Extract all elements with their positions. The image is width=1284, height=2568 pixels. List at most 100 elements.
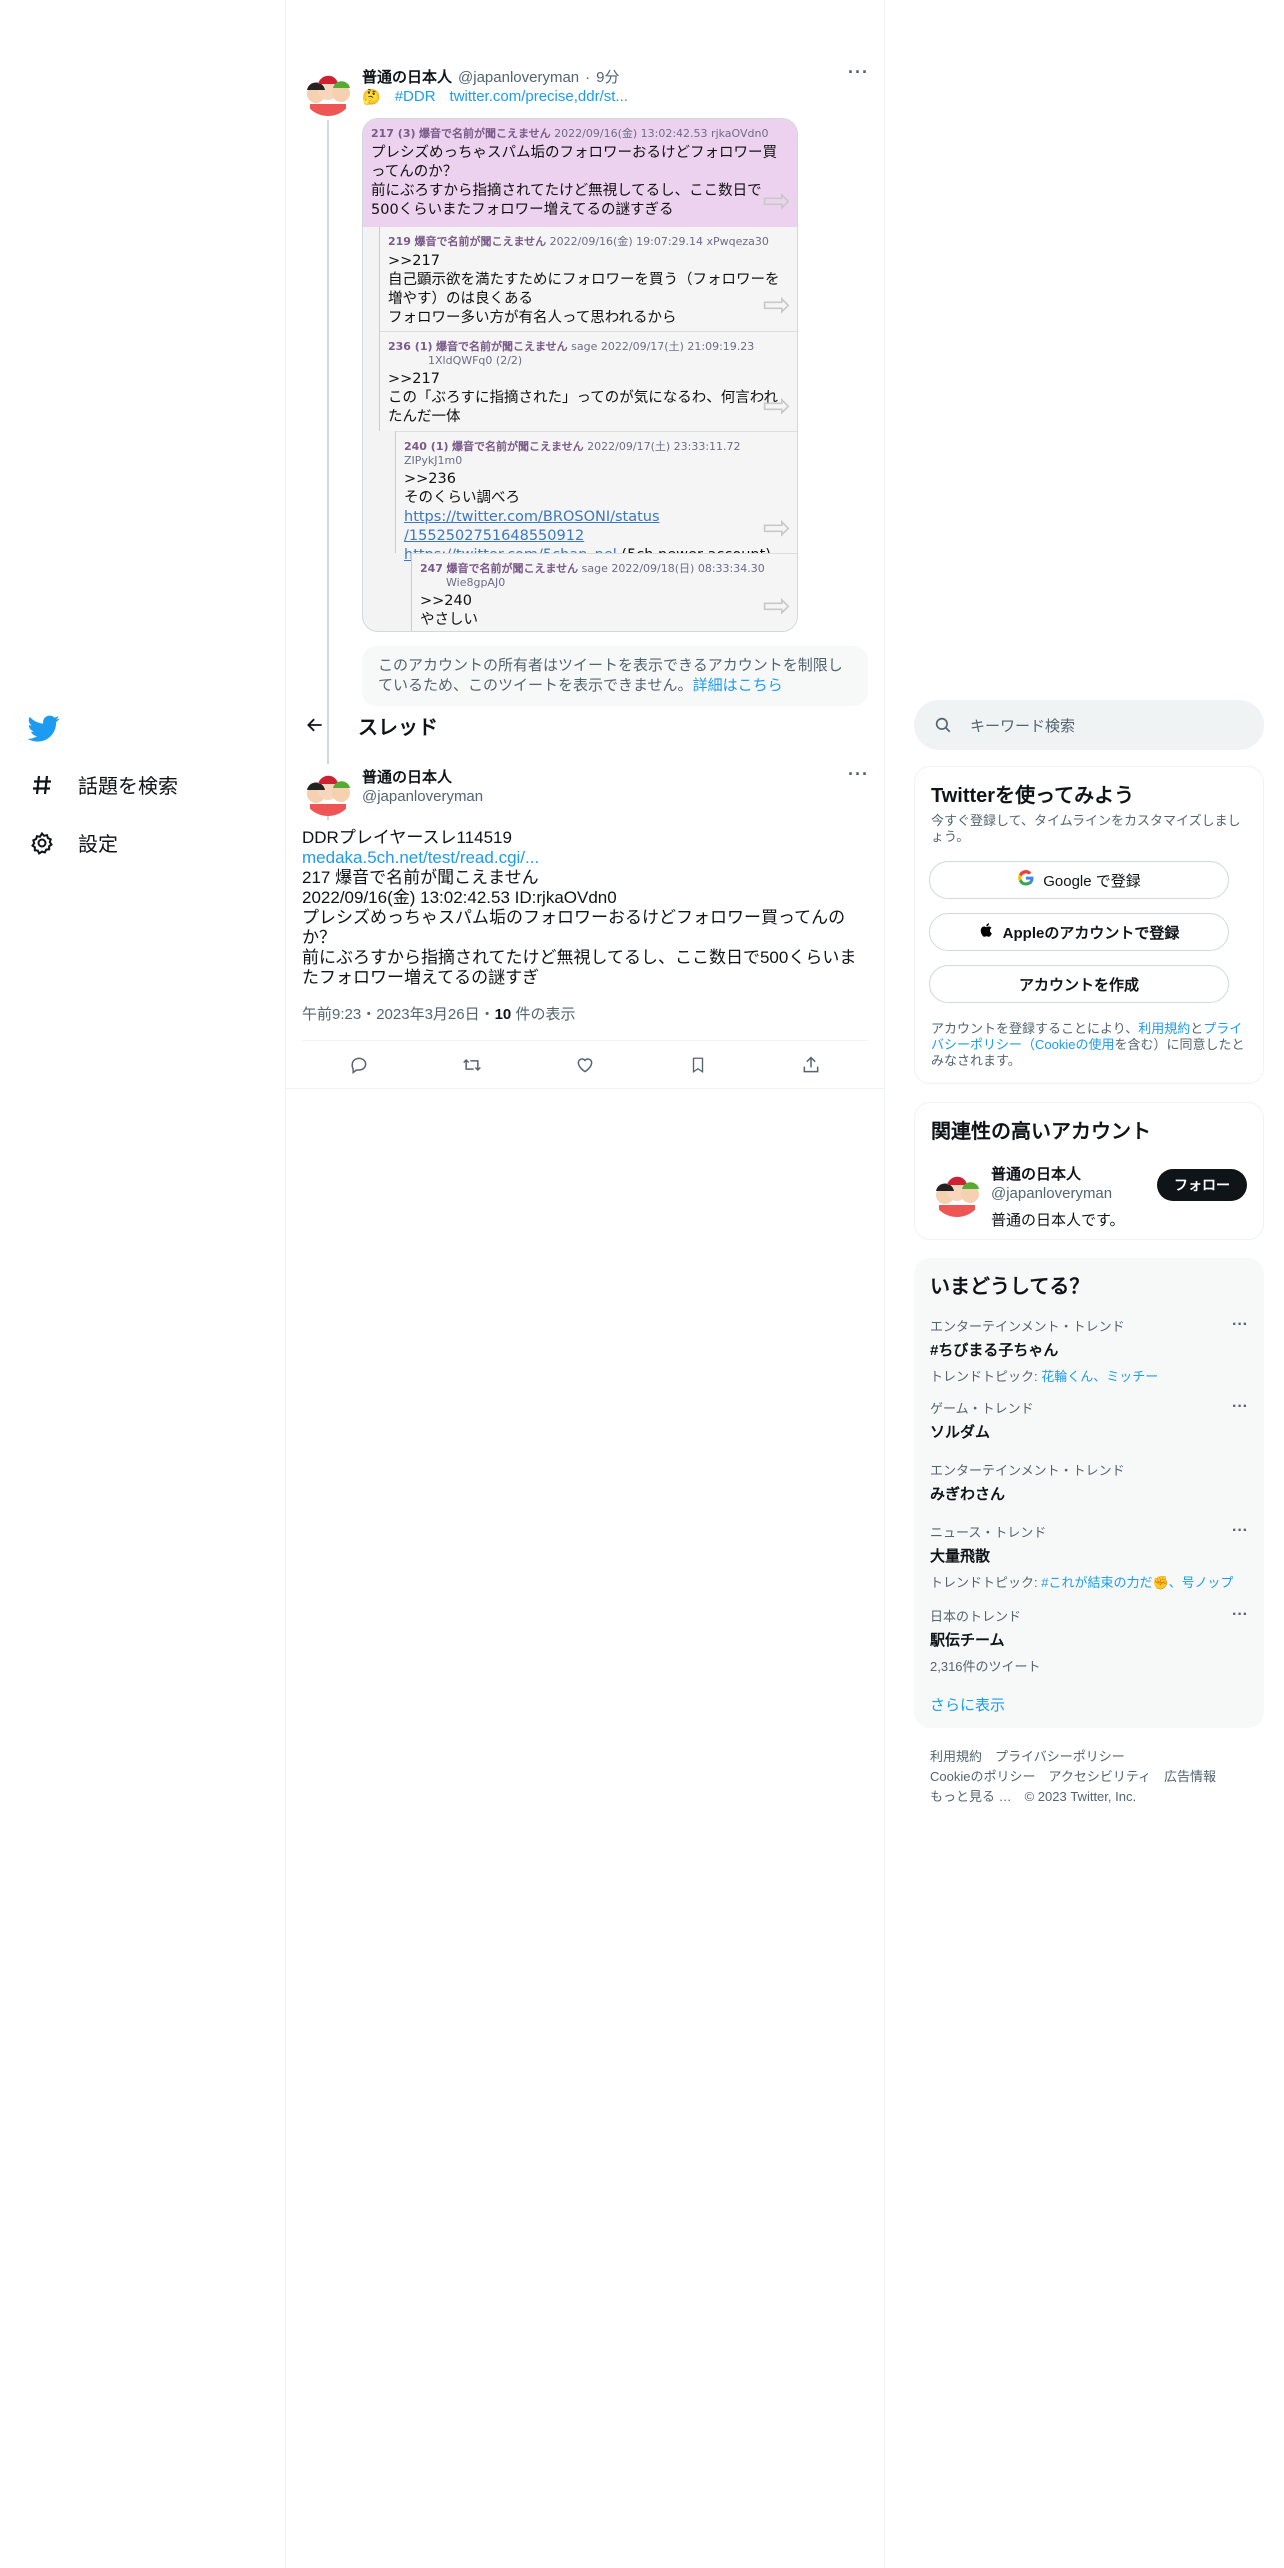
post-line: ってんのか？: [371, 164, 458, 180]
trend-item[interactable]: ニュース・トレンド 大量飛散 トレンドトピック: #これが結束の力だ✊、号ノップ…: [930, 1522, 1248, 1591]
post-meta-id: Wie8gpAJ0: [446, 576, 506, 589]
separator-dot: ·: [585, 69, 591, 86]
trend-context: ニュース・トレンド: [930, 1525, 1047, 1540]
search-input[interactable]: キーワード検索: [970, 715, 1075, 736]
create-account-button[interactable]: アカウントを作成: [929, 965, 1229, 1003]
reply-arrow-icon: ⇨: [762, 586, 792, 626]
related-handle[interactable]: @japanloveryman: [991, 1185, 1112, 1202]
terms-link[interactable]: 利用規約: [1138, 1021, 1190, 1036]
trend-context: 日本のトレンド: [930, 1609, 1022, 1624]
more-options-icon[interactable]: ···: [1232, 1316, 1248, 1334]
post-name: 爆音で名前が聞こえません: [446, 562, 579, 575]
post-link: https://twitter.com/BROSONI/status: [404, 509, 660, 525]
bookmark-icon[interactable]: [678, 1045, 718, 1085]
footer-links-2[interactable]: Cookieのポリシー アクセシビリティ 広告情報: [930, 1766, 1216, 1785]
trend-item[interactable]: ゲーム・トレンド ソルダム ···: [930, 1398, 1248, 1442]
screenshot-post-240: 240 (1) 爆音で名前が聞こえません 2022/09/17(土) 23:33…: [395, 431, 797, 563]
attached-screenshot-image[interactable]: 217 (3) 爆音で名前が聞こえません 2022/09/16(金) 13:02…: [362, 118, 798, 632]
like-icon[interactable]: [565, 1045, 605, 1085]
search-icon: [934, 716, 952, 734]
page-title: スレッド: [358, 717, 438, 739]
signup-terms: アカウントを登録することにより、利用規約とプライバシーポリシー（Cookieの使…: [931, 1021, 1249, 1069]
author-handle[interactable]: @japanloveryman: [458, 69, 579, 86]
trend-tweet-count: 2,316件のツイート: [930, 1659, 1041, 1674]
apple-signup-button[interactable]: Appleのアカウントで登録: [929, 913, 1229, 951]
fist-emoji: ✊: [1152, 1575, 1169, 1590]
view-count: 10: [494, 1006, 512, 1023]
more-options-icon[interactable]: ···: [848, 764, 869, 785]
retweet-icon[interactable]: [452, 1045, 492, 1085]
quoted-tweet-text: 🤔 #DDR twitter.com/precise,ddr/st...: [362, 88, 628, 106]
footer-links-3[interactable]: もっと見る … © 2023 Twitter, Inc.: [930, 1786, 1136, 1805]
nav-settings[interactable]: 設定: [28, 828, 118, 857]
avatar[interactable]: [302, 64, 354, 116]
reply-arrow-icon: ⇨: [762, 386, 792, 426]
post-line: やさしい: [420, 612, 478, 628]
trend-item[interactable]: エンターテインメント・トレンド みぎわさん: [930, 1460, 1248, 1504]
post-line: 500くらいまたフォロワー増えてるの謎すぎる: [371, 202, 674, 218]
share-icon[interactable]: [791, 1045, 831, 1085]
footer-links-1[interactable]: 利用規約 プライバシーポリシー: [930, 1746, 1125, 1765]
google-signup-label: Google で登録: [1043, 872, 1141, 890]
more-options-icon[interactable]: ···: [848, 62, 869, 83]
author-name[interactable]: 普通の日本人: [362, 66, 452, 87]
signup-card: Twitterを使ってみよう 今すぐ登録して、タイムラインをカスタマイズしましょ…: [914, 766, 1264, 1084]
trend-context: エンターテインメント・トレンド: [930, 1463, 1125, 1478]
related-title: 関連性の高いアカウント: [931, 1121, 1151, 1143]
post-number: 217 (3): [371, 127, 416, 140]
screenshot-post-236: 236 (1) 爆音で名前が聞こえません sage 2022/09/17(土) …: [379, 331, 797, 431]
reply-arrow-icon: ⇨: [762, 285, 792, 325]
twitter-logo-icon[interactable]: [27, 712, 60, 744]
author-name[interactable]: 普通の日本人: [362, 766, 452, 787]
reply-icon[interactable]: [339, 1045, 379, 1085]
avatar[interactable]: [931, 1165, 983, 1217]
post-meta-id: 1XldQWFq0 (2/2): [428, 354, 523, 367]
post-meta: 2022/09/16(金) 19:07:29.14 xPwqeza30: [549, 235, 769, 248]
post-line: >>217: [388, 371, 440, 387]
tweet-link[interactable]: medaka.5ch.net/test/read.cgi/...: [302, 848, 539, 867]
show-more-link[interactable]: さらに表示: [930, 1694, 1005, 1715]
follow-button[interactable]: フォロー: [1157, 1169, 1247, 1201]
trend-topics: トレンドトピック: 花輪くん、ミッチー: [930, 1366, 1248, 1385]
post-link: /1552502751648550912: [404, 528, 585, 544]
more-options-icon[interactable]: ···: [1232, 1398, 1248, 1416]
related-name[interactable]: 普通の日本人: [991, 1163, 1081, 1184]
more-options-icon[interactable]: ···: [1232, 1606, 1248, 1624]
trends-card: いまどうしてる？ エンターテインメント・トレンド #ちびまる子ちゃん トレンドト…: [914, 1258, 1264, 1728]
post-line: >>217: [388, 253, 440, 269]
reply-arrow-icon: ⇨: [762, 181, 792, 221]
back-arrow-icon[interactable]: [300, 710, 330, 740]
post-line: 自己顕示欲を満たすためにフォロワーを買う（フォロワーを: [388, 272, 780, 288]
trend-topic-link[interactable]: 花輪くん、ミッチー: [1041, 1369, 1158, 1384]
tweet-time[interactable]: 午前9:23・2023年3月26日・: [302, 1006, 495, 1023]
post-meta: sage 2022/09/17(土) 21:09:19.23: [571, 340, 755, 353]
terms-text: アカウントを登録することにより、: [931, 1021, 1139, 1036]
trend-topic-link[interactable]: #これが結束の力だ: [1041, 1575, 1152, 1590]
tweet-time[interactable]: 9分: [596, 66, 619, 87]
author-handle[interactable]: @japanloveryman: [362, 788, 483, 805]
trend-item[interactable]: エンターテインメント・トレンド #ちびまる子ちゃん トレンドトピック: 花輪くん…: [930, 1316, 1248, 1385]
more-options-icon[interactable]: ···: [1232, 1522, 1248, 1540]
trend-item[interactable]: 日本のトレンド 駅伝チーム 2,316件のツイート ···: [930, 1606, 1248, 1675]
hashtag-link[interactable]: #DDR: [395, 88, 436, 106]
tweet-link[interactable]: twitter.com/precise,ddr/st...: [450, 88, 628, 106]
related-bio: 普通の日本人です。: [991, 1212, 1125, 1229]
post-name: 爆音で名前が聞こえません: [436, 340, 568, 353]
post-name: 爆音で名前が聞こえません: [419, 127, 551, 140]
create-account-label: アカウントを作成: [1018, 976, 1139, 994]
nav-explore[interactable]: 話題を検索: [28, 770, 178, 799]
post-meta: 2022/09/16(金) 13:02:42.53 rjkaOVdn0: [554, 127, 769, 140]
post-name: 爆音で名前が聞こえません: [452, 440, 584, 453]
trend-name: ソルダム: [930, 1424, 991, 1441]
search-box[interactable]: キーワード検索: [914, 700, 1264, 750]
tweet-action-bar: [302, 1040, 868, 1089]
google-signup-button[interactable]: Google で登録: [929, 861, 1229, 899]
trend-topics-label: トレンドトピック:: [930, 1369, 1042, 1384]
avatar[interactable]: [302, 764, 354, 816]
post-line: プレシズめっちゃスパム垢のフォロワーおるけどフォロワー買: [371, 145, 777, 161]
trend-name: 駅伝チーム: [930, 1632, 1005, 1649]
trend-topic-link[interactable]: 、号ノップ: [1169, 1575, 1234, 1590]
post-line: そのくらい調べろ: [404, 490, 520, 506]
learn-more-link[interactable]: 詳細はこちら: [693, 677, 783, 694]
signup-subtitle: 今すぐ登録して、タイムラインをカスタマイズしましょう。: [931, 813, 1241, 844]
